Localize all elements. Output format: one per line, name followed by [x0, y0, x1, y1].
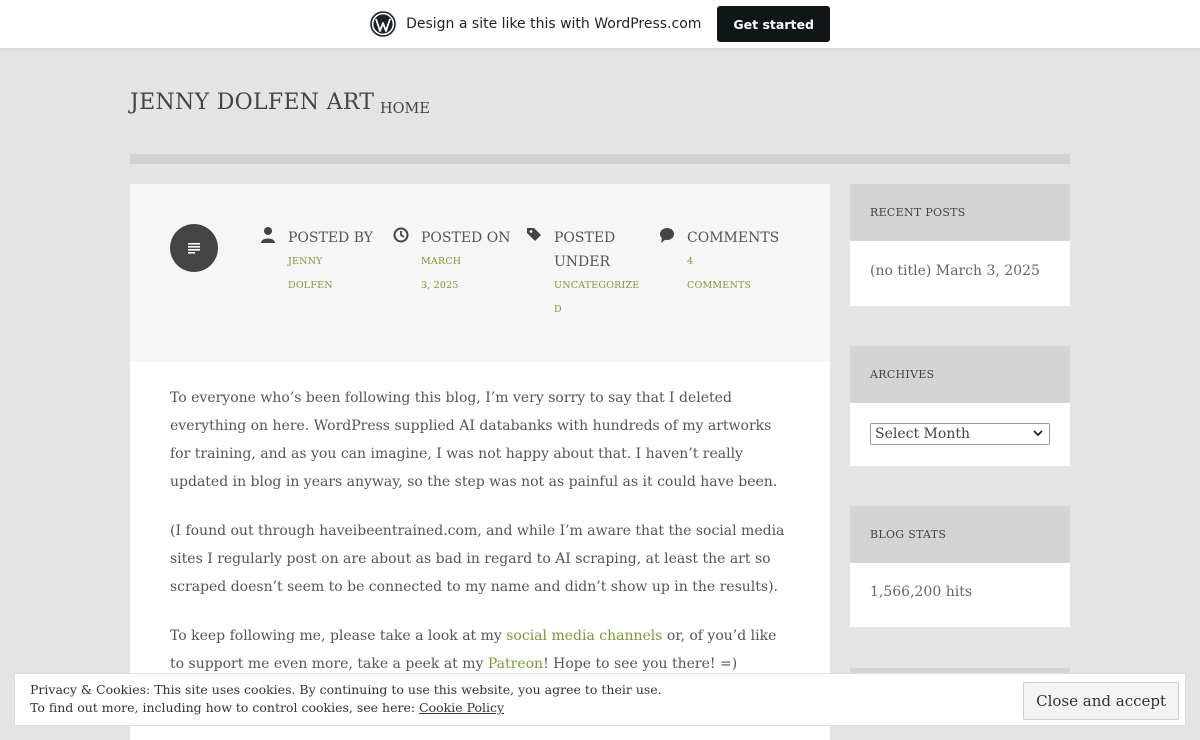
posted-under-label-2: UNDER — [554, 254, 611, 270]
cookie-line-2-text: To find out more, including how to contr… — [30, 700, 420, 715]
chevron-down-icon — [1033, 430, 1043, 437]
comments-link[interactable]: 4 COMMENTS — [687, 250, 751, 298]
posted-on-label: POSTED ON — [421, 230, 511, 246]
content-paragraph-2: (I found out through haveibeentrained.co… — [170, 523, 785, 595]
widget-archives: ARCHIVES Select Month — [850, 346, 1070, 466]
blog-stats-value: 1,566,200 hits — [870, 584, 973, 600]
content-paragraph-1: To everyone who’s been following this bl… — [170, 390, 778, 490]
comment-bubble-icon — [660, 228, 674, 243]
header-divider — [130, 154, 1070, 164]
post-article: POSTED BY JENNY DOLFEN POSTED ON MARCH 3… — [130, 184, 830, 740]
author-link[interactable]: JENNY DOLFEN — [288, 250, 333, 298]
posted-by-label: POSTED BY — [288, 230, 374, 246]
wordpress-logo-icon[interactable] — [370, 11, 396, 37]
tag-icon — [527, 228, 541, 241]
close-and-accept-button[interactable]: Close and accept — [1023, 682, 1179, 720]
wordpress-promo-bar: Design a site like this with WordPress.c… — [0, 0, 1200, 49]
widget-body: 1,566,200 hits — [850, 563, 1070, 627]
post-format-icon[interactable] — [170, 224, 218, 272]
recent-post-link[interactable]: (no title) March 3, 2025 — [870, 263, 1040, 279]
select-value: Select Month — [875, 426, 970, 442]
widget-body: Select Month — [850, 403, 1070, 466]
patreon-link[interactable]: Patreon — [488, 656, 543, 672]
cookie-policy-link[interactable]: Cookie Policy — [419, 700, 504, 715]
nav-item-home[interactable]: HOME — [380, 101, 430, 117]
clock-icon — [393, 227, 409, 243]
posted-under-label-1: POSTED — [554, 230, 616, 246]
site-title[interactable]: JENNY DOLFEN ART — [130, 90, 374, 115]
archives-month-select[interactable]: Select Month — [870, 423, 1050, 445]
get-started-button[interactable]: Get started — [717, 6, 830, 42]
widget-recent-posts: RECENT POSTS (no title) March 3, 2025 — [850, 184, 1070, 306]
category-link-wrap[interactable]: D — [554, 298, 562, 322]
text-span: ! Hope to see you there! =) — [543, 656, 738, 672]
wordpress-promo-text: Design a site like this with WordPress.c… — [406, 16, 702, 32]
widget-body: (no title) March 3, 2025 — [850, 241, 1070, 306]
user-icon — [261, 227, 275, 243]
cookie-line-1: Privacy & Cookies: This site uses cookie… — [30, 682, 662, 697]
post-content: To everyone who’s been following this bl… — [170, 384, 790, 699]
widget-title: BLOG STATS — [850, 506, 1070, 563]
widget-title: RECENT POSTS — [850, 184, 1070, 241]
cookie-text: Privacy & Cookies: This site uses cookie… — [30, 681, 662, 717]
social-media-link[interactable]: social media channels — [506, 628, 662, 644]
text-span: To keep following me, please take a look… — [170, 628, 507, 644]
widget-blog-stats: BLOG STATS 1,566,200 hits — [850, 506, 1070, 627]
post-date-link[interactable]: MARCH 3, 2025 — [421, 250, 461, 298]
widget-title: ARCHIVES — [850, 346, 1070, 403]
category-link[interactable]: UNCATEGORIZE — [554, 274, 639, 298]
cookie-line-2: To find out more, including how to contr… — [30, 699, 662, 717]
post-meta: POSTED BY JENNY DOLFEN POSTED ON MARCH 3… — [130, 184, 830, 362]
cookie-banner: Privacy & Cookies: This site uses cookie… — [14, 673, 1186, 726]
content-paragraph-3: To keep following me, please take a look… — [170, 622, 790, 678]
comments-label: COMMENTS — [687, 230, 780, 246]
